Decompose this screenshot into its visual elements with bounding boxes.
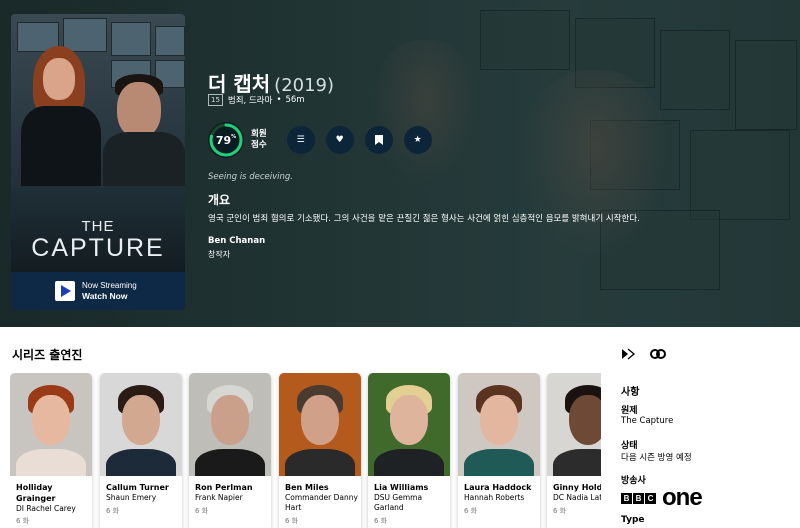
cast-name[interactable]: Ben Miles xyxy=(285,482,359,493)
cast-photo xyxy=(189,373,271,476)
cast-name[interactable]: Ron Perlman xyxy=(195,482,269,493)
cast-card[interactable]: Laura Haddock Hannah Roberts 6 화 xyxy=(458,373,540,528)
cast-episodes: 6 화 xyxy=(464,507,478,515)
poster-title-line2: CAPTURE xyxy=(31,234,165,262)
show-title-text[interactable]: 더 캡처 xyxy=(208,72,270,96)
cast-name[interactable]: Lia Williams xyxy=(374,482,448,493)
status-label: 상태 xyxy=(621,441,638,451)
watch-now-link[interactable]: Watch Now xyxy=(82,291,137,301)
cast-name[interactable]: Laura Haddock xyxy=(464,482,538,493)
cast-card[interactable]: Lia Williams DSU Gemma Garland 6 화 xyxy=(368,373,450,528)
justwatch-icon[interactable] xyxy=(622,348,636,360)
show-meta: 15 범죄, 드라마 • 56m xyxy=(208,94,305,106)
cast-scroller[interactable]: Holliday Grainger DI Rachel Carey 6 화 Ca… xyxy=(10,373,601,528)
hero-header: THE CAPTURE Now Streaming Watch Now 더 캡처… xyxy=(0,0,800,327)
cast-card[interactable]: Ben Miles Commander Danny Hart 6 화 xyxy=(279,373,361,528)
cast-card[interactable]: Ginny Holder DC Nadia Latif 6 화 xyxy=(547,373,601,528)
cast-card[interactable]: Holliday Grainger DI Rachel Carey 6 화 xyxy=(10,373,92,528)
user-score-label: 회원 점수 xyxy=(251,129,267,150)
runtime: 56m xyxy=(285,95,305,105)
star-icon: ★ xyxy=(413,135,422,145)
original-title-label: 원제 xyxy=(621,406,638,416)
rate-button[interactable]: ★ xyxy=(403,126,432,154)
cast-photo xyxy=(279,373,361,476)
cast-photo xyxy=(368,373,450,476)
certification-badge: 15 xyxy=(208,94,223,106)
user-score-value: 79% xyxy=(215,133,237,147)
cast-role: DI Rachel Carey xyxy=(16,504,76,513)
creator-role: 창작자 xyxy=(208,250,231,259)
cast-section-title: 시리즈 출연진 xyxy=(12,348,83,362)
cast-name[interactable]: Callum Turner xyxy=(106,482,180,493)
social-links xyxy=(622,348,666,360)
heart-icon: ♥ xyxy=(335,135,344,145)
cast-episodes: 6 화 xyxy=(195,507,209,515)
now-streaming-bar[interactable]: Now Streaming Watch Now xyxy=(11,272,185,310)
tagline: Seeing is deceiving. xyxy=(208,172,293,182)
actions-row: 79% 회원 점수 ☰ ♥ ★ xyxy=(208,122,443,158)
facts-heading: 사항 xyxy=(621,387,640,398)
cast-role: DSU Gemma Garland xyxy=(374,493,423,512)
cast-photo xyxy=(458,373,540,476)
cast-name[interactable]: Holliday Grainger xyxy=(16,482,90,504)
cast-photo xyxy=(547,373,601,476)
network-logo[interactable]: B B C one xyxy=(621,484,703,512)
list-icon: ☰ xyxy=(296,135,305,145)
user-score-chart[interactable]: 79% xyxy=(208,122,244,158)
add-to-list-button[interactable]: ☰ xyxy=(286,126,315,154)
cast-name[interactable]: Ginny Holder xyxy=(553,482,601,493)
cast-role: Commander Danny Hart xyxy=(285,493,358,512)
original-title-value: The Capture xyxy=(621,416,674,426)
type-label: Type xyxy=(621,515,645,525)
link-icon[interactable] xyxy=(650,348,666,360)
now-streaming-label: Now Streaming xyxy=(82,281,137,290)
cast-card[interactable]: Callum Turner Shaun Emery 6 화 xyxy=(100,373,182,528)
favorite-button[interactable]: ♥ xyxy=(325,126,354,154)
cast-role: Hannah Roberts xyxy=(464,493,525,502)
status-value: 다음 시즌 방영 예정 xyxy=(621,453,692,463)
genres[interactable]: 범죄, 드라마 xyxy=(228,94,273,106)
cast-episodes: 6 화 xyxy=(374,517,388,525)
cast-episodes: 6 화 xyxy=(106,507,120,515)
cast-role: DC Nadia Latif xyxy=(553,493,601,502)
cast-episodes: 6 화 xyxy=(553,507,567,515)
bookmark-icon xyxy=(374,135,383,145)
cast-episodes: 6 화 xyxy=(285,517,299,525)
poster[interactable]: THE CAPTURE Now Streaming Watch Now xyxy=(11,14,185,310)
poster-image: THE CAPTURE xyxy=(11,14,185,272)
overview-heading: 개요 xyxy=(208,193,231,207)
cast-photo xyxy=(10,373,92,476)
play-icon xyxy=(55,281,75,301)
show-title: 더 캡처 (2019) xyxy=(208,68,334,97)
poster-title-line1: THE xyxy=(81,218,115,235)
cast-role: Frank Napier xyxy=(195,493,243,502)
meta-dot: • xyxy=(276,95,282,105)
show-year: (2019) xyxy=(274,75,335,96)
cast-episodes: 6 화 xyxy=(16,517,30,525)
cast-card[interactable]: Ron Perlman Frank Napier 6 화 xyxy=(189,373,271,528)
cast-role: Shaun Emery xyxy=(106,493,157,502)
overview-text: 영국 군인이 범죄 혐의로 기소됐다. 그의 사건을 맡은 끈질긴 젊은 형사는… xyxy=(208,214,640,224)
creator-name[interactable]: Ben Chanan xyxy=(208,236,265,246)
watchlist-button[interactable] xyxy=(364,126,393,154)
cast-photo xyxy=(100,373,182,476)
